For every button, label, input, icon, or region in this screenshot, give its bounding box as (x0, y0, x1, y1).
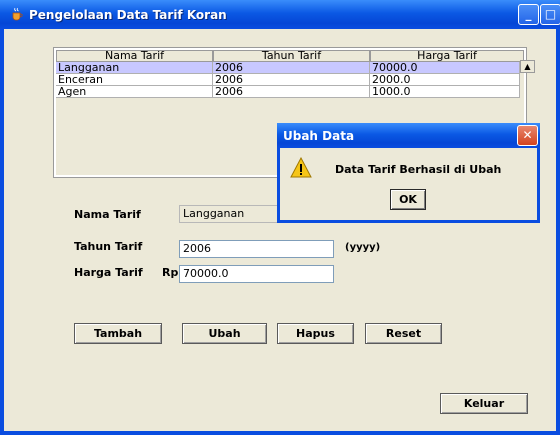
dialog-message: Data Tarif Berhasil di Ubah (335, 163, 502, 176)
ok-button[interactable]: OK (390, 189, 426, 210)
cell-harga: 70000.0 (370, 62, 520, 74)
table-row[interactable]: Enceran 2006 2000.0 (56, 74, 524, 86)
scroll-up-arrow-icon[interactable]: ▲ (520, 60, 535, 73)
cell-nama: Agen (56, 86, 213, 98)
cell-nama: Langganan (56, 62, 213, 74)
hapus-button[interactable]: Hapus (277, 323, 354, 344)
cell-nama: Enceran (56, 74, 213, 86)
cell-tahun: 2006 (213, 62, 370, 74)
nama-tarif-label: Nama Tarif (74, 208, 141, 221)
harga-tarif-field[interactable]: 70000.0 (179, 265, 334, 283)
java-cup-icon (12, 7, 23, 21)
tahun-format-hint: (yyyy) (345, 242, 381, 253)
maximize-button[interactable]: □ (540, 4, 560, 25)
client-area: Nama Tarif Tahun Tarif Harga Tarif Langg… (4, 29, 556, 431)
dialog-close-button[interactable]: ✕ (517, 125, 538, 146)
ubah-button[interactable]: Ubah (182, 323, 267, 344)
tambah-button[interactable]: Tambah (74, 323, 162, 344)
column-header-nama[interactable]: Nama Tarif (56, 50, 213, 62)
title-bar[interactable]: Pengelolaan Data Tarif Koran _ □ ✕ (0, 0, 560, 29)
harga-tarif-label: Harga Tarif (74, 266, 143, 279)
nama-tarif-field[interactable]: Langganan (179, 205, 289, 223)
cell-harga: 1000.0 (370, 86, 520, 98)
cell-tahun: 2006 (213, 74, 370, 86)
table-row[interactable]: Langganan 2006 70000.0 (56, 62, 524, 74)
warning-icon (290, 157, 312, 178)
reset-button[interactable]: Reset (365, 323, 442, 344)
tahun-tarif-label: Tahun Tarif (74, 240, 143, 253)
column-header-tahun[interactable]: Tahun Tarif (213, 50, 370, 62)
table-row[interactable]: Agen 2006 1000.0 (56, 86, 524, 98)
dialog-title: Ubah Data (283, 129, 355, 143)
tahun-tarif-field[interactable]: 2006 (179, 240, 334, 258)
rupiah-prefix: Rp (162, 266, 179, 279)
ubah-data-dialog: Ubah Data ✕ Data Tarif Berhasil di Ubah … (277, 123, 540, 223)
cell-harga: 2000.0 (370, 74, 520, 86)
minimize-button[interactable]: _ (518, 4, 539, 25)
table-header: Nama Tarif Tahun Tarif Harga Tarif (56, 50, 524, 62)
keluar-button[interactable]: Keluar (440, 393, 528, 414)
window-title: Pengelolaan Data Tarif Koran (29, 8, 227, 22)
cell-tahun: 2006 (213, 86, 370, 98)
column-header-harga[interactable]: Harga Tarif (370, 50, 524, 62)
dialog-title-bar[interactable]: Ubah Data ✕ (277, 123, 540, 148)
